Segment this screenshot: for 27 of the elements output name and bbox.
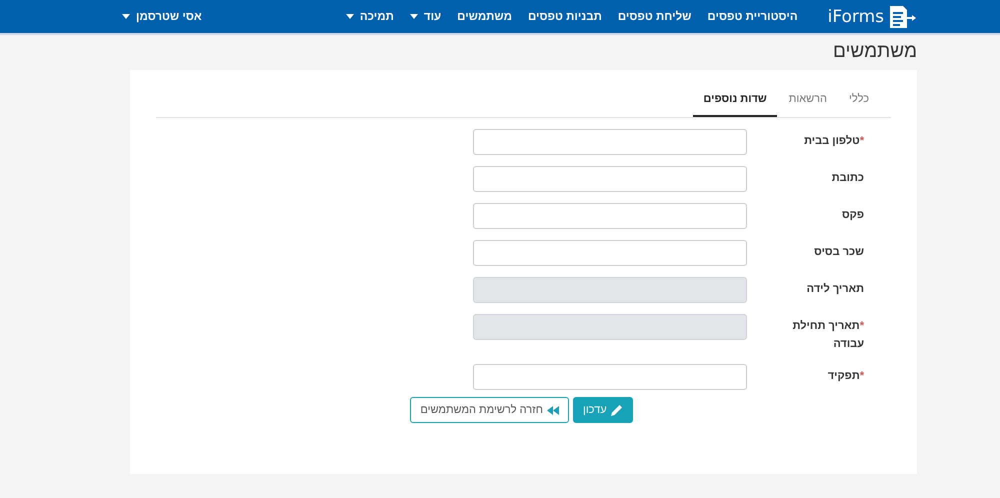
field-label: * תאריך תחילת עבודה xyxy=(792,319,864,352)
field-label: כתובת xyxy=(830,171,864,186)
pencil-icon xyxy=(610,404,623,416)
back-button[interactable]: חזרה לרשימת המשתמשים xyxy=(410,397,569,423)
text-field[interactable] xyxy=(473,240,747,266)
page-title: משתמשים xyxy=(832,41,917,63)
field-label: * תפקיד xyxy=(826,369,864,384)
brand-logo[interactable]: iForms xyxy=(828,6,917,28)
nav-link[interactable]: עוד xyxy=(410,10,442,22)
nav-link[interactable]: תבניות טפסים xyxy=(528,10,602,22)
nav-link[interactable]: תמיכה xyxy=(346,10,394,22)
nav-link[interactable]: משתמשים xyxy=(457,10,512,22)
nav-link[interactable]: שליחת טפסים xyxy=(618,10,692,22)
field-label: פקס xyxy=(840,208,864,223)
field-label: * טלפון בבית xyxy=(803,134,864,149)
text-field[interactable] xyxy=(473,129,747,155)
tab[interactable]: שדות נוספים xyxy=(693,82,777,117)
field-label: תאריך לידה xyxy=(806,282,864,297)
text-field[interactable] xyxy=(473,166,747,192)
tab[interactable]: הרשאות xyxy=(778,82,838,117)
text-field[interactable] xyxy=(473,203,747,229)
logo-icon xyxy=(889,6,917,28)
tab[interactable]: כללי xyxy=(839,82,879,117)
field-label: שכר בסיס xyxy=(813,245,864,260)
user-menu[interactable]: אסי שטרסמן xyxy=(122,10,202,22)
text-field[interactable] xyxy=(473,364,747,390)
nav-link[interactable]: היסטוריית טפסים xyxy=(707,10,798,22)
